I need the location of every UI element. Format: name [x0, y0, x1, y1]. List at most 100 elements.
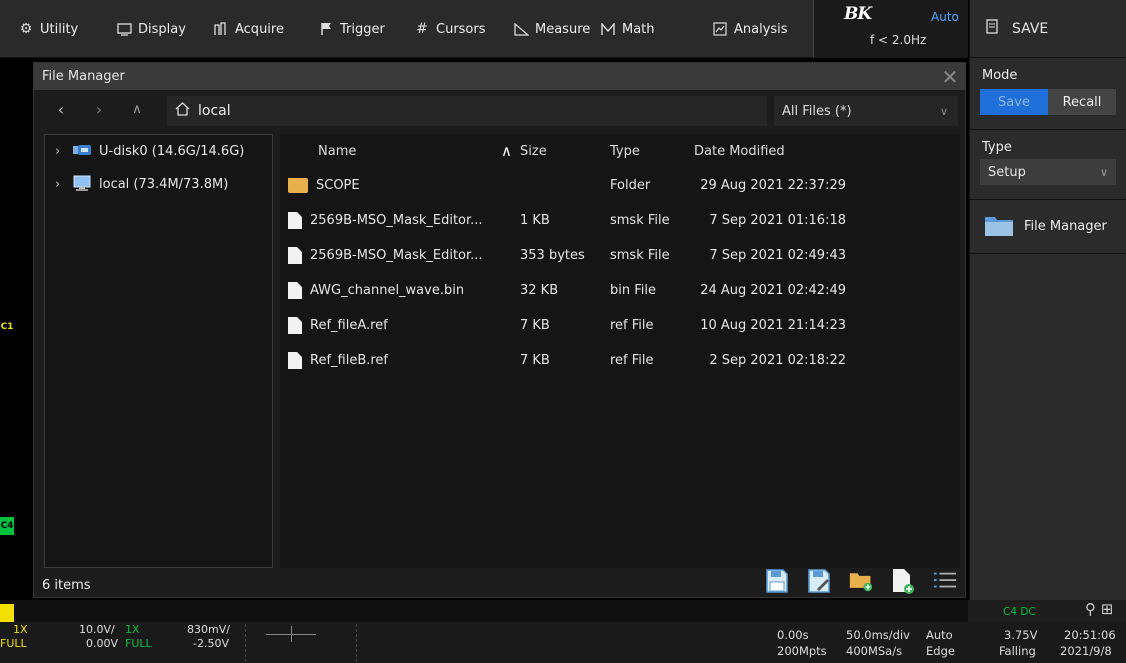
trigger-level: 3.75V	[1004, 628, 1038, 642]
column-header-name[interactable]: Name ∧	[280, 141, 520, 160]
file-icon	[288, 282, 302, 299]
ch2-scale: 830mV/	[187, 623, 230, 636]
file-date: 29 Aug 2021 22:37:29	[700, 178, 846, 193]
type-select[interactable]: Setup ∨	[980, 159, 1116, 185]
menu-measure[interactable]: Measure	[513, 0, 590, 58]
menu-cursors[interactable]: # Cursors	[414, 0, 486, 58]
file-type: smsk File	[610, 213, 670, 228]
type-label: Type	[982, 140, 1012, 155]
path-field[interactable]: local	[167, 96, 767, 126]
ch1-mode: FULL	[0, 637, 27, 650]
memory-depth: 200Mpts	[777, 644, 827, 658]
ch2-offset: -2.50V	[193, 637, 229, 650]
column-header-size[interactable]: Size	[520, 144, 604, 159]
file-icon	[288, 247, 302, 264]
tree-item-local[interactable]: › local (73.4M/73.8M)	[45, 168, 272, 201]
channel-1-marker[interactable]: C1	[0, 318, 14, 336]
menu-display-label: Display	[138, 21, 186, 37]
save-icon	[986, 19, 998, 38]
save-panel-header[interactable]: SAVE	[970, 0, 1126, 58]
chevron-right-icon[interactable]: ›	[55, 177, 65, 192]
save-as-icon[interactable]	[807, 568, 831, 594]
ch2-probe: 1X	[125, 623, 140, 636]
save-panel-title: SAVE	[1012, 20, 1049, 37]
trigger-type: Edge	[926, 644, 955, 658]
chevron-right-icon[interactable]: ›	[55, 144, 65, 159]
clock-time: 20:51:06	[1064, 628, 1116, 642]
navigation-bar: ‹ › ∧ local All Files (*) ∨	[34, 90, 965, 132]
file-name: AWG_channel_wave.bin	[310, 283, 465, 298]
brand-logo: BK	[844, 4, 872, 24]
menu-acquire[interactable]: Acquire	[213, 0, 284, 58]
clock-date: 2021/9/8	[1060, 644, 1112, 658]
file-list-header: Name ∧ Size Type Date Modified	[280, 134, 960, 168]
file-row[interactable]: 2569B-MSO_Mask_Editor... 353 bytes smsk …	[280, 238, 960, 273]
file-name: SCOPE	[316, 178, 360, 193]
file-manager-dialog: File Manager ✕ ‹ › ∧ local All Files (*)…	[33, 62, 966, 598]
sample-rate: 400MSa/s	[846, 644, 903, 658]
file-date: 7 Sep 2021 02:49:43	[709, 248, 846, 263]
menu-cursors-label: Cursors	[436, 21, 486, 37]
up-icon[interactable]: ∧	[120, 102, 154, 117]
trigger-frequency: f < 2.0Hz	[870, 33, 927, 47]
tree-item-usb[interactable]: › U-disk0 (14.6G/14.6G)	[45, 135, 272, 168]
close-icon[interactable]: ✕	[935, 63, 965, 90]
mode-toggle[interactable]: Save Recall	[980, 89, 1116, 115]
mini-overview	[245, 624, 357, 662]
menu-math[interactable]: Math	[600, 0, 655, 58]
file-icon	[288, 317, 302, 334]
timebase-scale: 50.0ms/div	[846, 628, 910, 642]
file-manager-button-label: File Manager	[1024, 219, 1107, 234]
top-menu-bar: ⚙ Utility Display Acquire Trigger # Curs…	[0, 0, 968, 58]
drive-tree: › U-disk0 (14.6G/14.6G) › local (73.4M/7…	[44, 134, 273, 568]
ch1-offset: 0.00V	[86, 637, 119, 650]
list-view-icon[interactable]	[933, 568, 957, 594]
forward-icon[interactable]: ›	[82, 100, 116, 119]
file-date: 2 Sep 2021 02:18:22	[709, 353, 846, 368]
file-size: 32 KB	[520, 283, 559, 298]
usb-network-icons: ⚲ ⊞	[1085, 600, 1114, 618]
mode-recall-option[interactable]: Recall	[1048, 89, 1116, 115]
file-filter-select[interactable]: All Files (*) ∨	[774, 96, 958, 126]
file-row[interactable]: Ref_fileA.ref 7 KB ref File 10 Aug 2021 …	[280, 308, 960, 343]
new-folder-icon[interactable]	[849, 568, 873, 594]
file-type: bin File	[610, 283, 656, 298]
menu-math-label: Math	[622, 21, 655, 37]
file-row[interactable]: 2569B-MSO_Mask_Editor... 1 KB smsk File …	[280, 203, 960, 238]
file-manager-button[interactable]: File Manager	[970, 200, 1126, 254]
tree-item-label: local (73.4M/73.8M)	[99, 177, 229, 192]
type-value: Setup	[988, 164, 1026, 180]
ch2-mode: FULL	[125, 637, 152, 650]
file-row[interactable]: SCOPE Folder 29 Aug 2021 22:37:29	[280, 168, 960, 203]
column-header-type[interactable]: Type	[604, 144, 694, 159]
menu-acquire-label: Acquire	[235, 21, 284, 37]
column-header-date[interactable]: Date Modified	[694, 144, 864, 159]
sort-ascending-icon: ∧	[501, 141, 512, 160]
file-row[interactable]: AWG_channel_wave.bin 32 KB bin File 24 A…	[280, 273, 960, 308]
menu-analysis[interactable]: Analysis	[712, 0, 788, 58]
item-count: 6 items	[42, 577, 91, 593]
menu-trigger[interactable]: Trigger	[318, 0, 385, 58]
cursors-icon: #	[416, 21, 428, 37]
trigger-slope: Falling	[999, 644, 1036, 658]
usb-drive-icon	[73, 144, 91, 159]
mode-save-option[interactable]: Save	[980, 89, 1048, 115]
save-file-icon[interactable]	[765, 568, 789, 594]
channel-4-marker[interactable]: C4	[0, 517, 14, 535]
file-type: ref File	[610, 353, 654, 368]
home-icon[interactable]	[175, 102, 190, 120]
footer-toolbar	[765, 568, 957, 594]
menu-display[interactable]: Display	[116, 0, 186, 58]
file-name-cell: Ref_fileB.ref	[280, 352, 520, 369]
flag-icon	[318, 21, 334, 37]
file-date: 10 Aug 2021 21:14:23	[700, 318, 846, 333]
back-icon[interactable]: ‹	[44, 100, 78, 119]
channel-1-tab[interactable]	[0, 604, 14, 622]
trigger-status-box[interactable]: BK Auto f < 2.0Hz	[813, 0, 968, 58]
mode-label: Mode	[982, 68, 1018, 83]
file-name-cell: Ref_fileA.ref	[280, 317, 520, 334]
menu-utility[interactable]: ⚙ Utility	[18, 0, 79, 58]
new-file-icon[interactable]	[891, 568, 915, 594]
file-row[interactable]: Ref_fileB.ref 7 KB ref File 2 Sep 2021 0…	[280, 343, 960, 378]
file-type: smsk File	[610, 248, 670, 263]
